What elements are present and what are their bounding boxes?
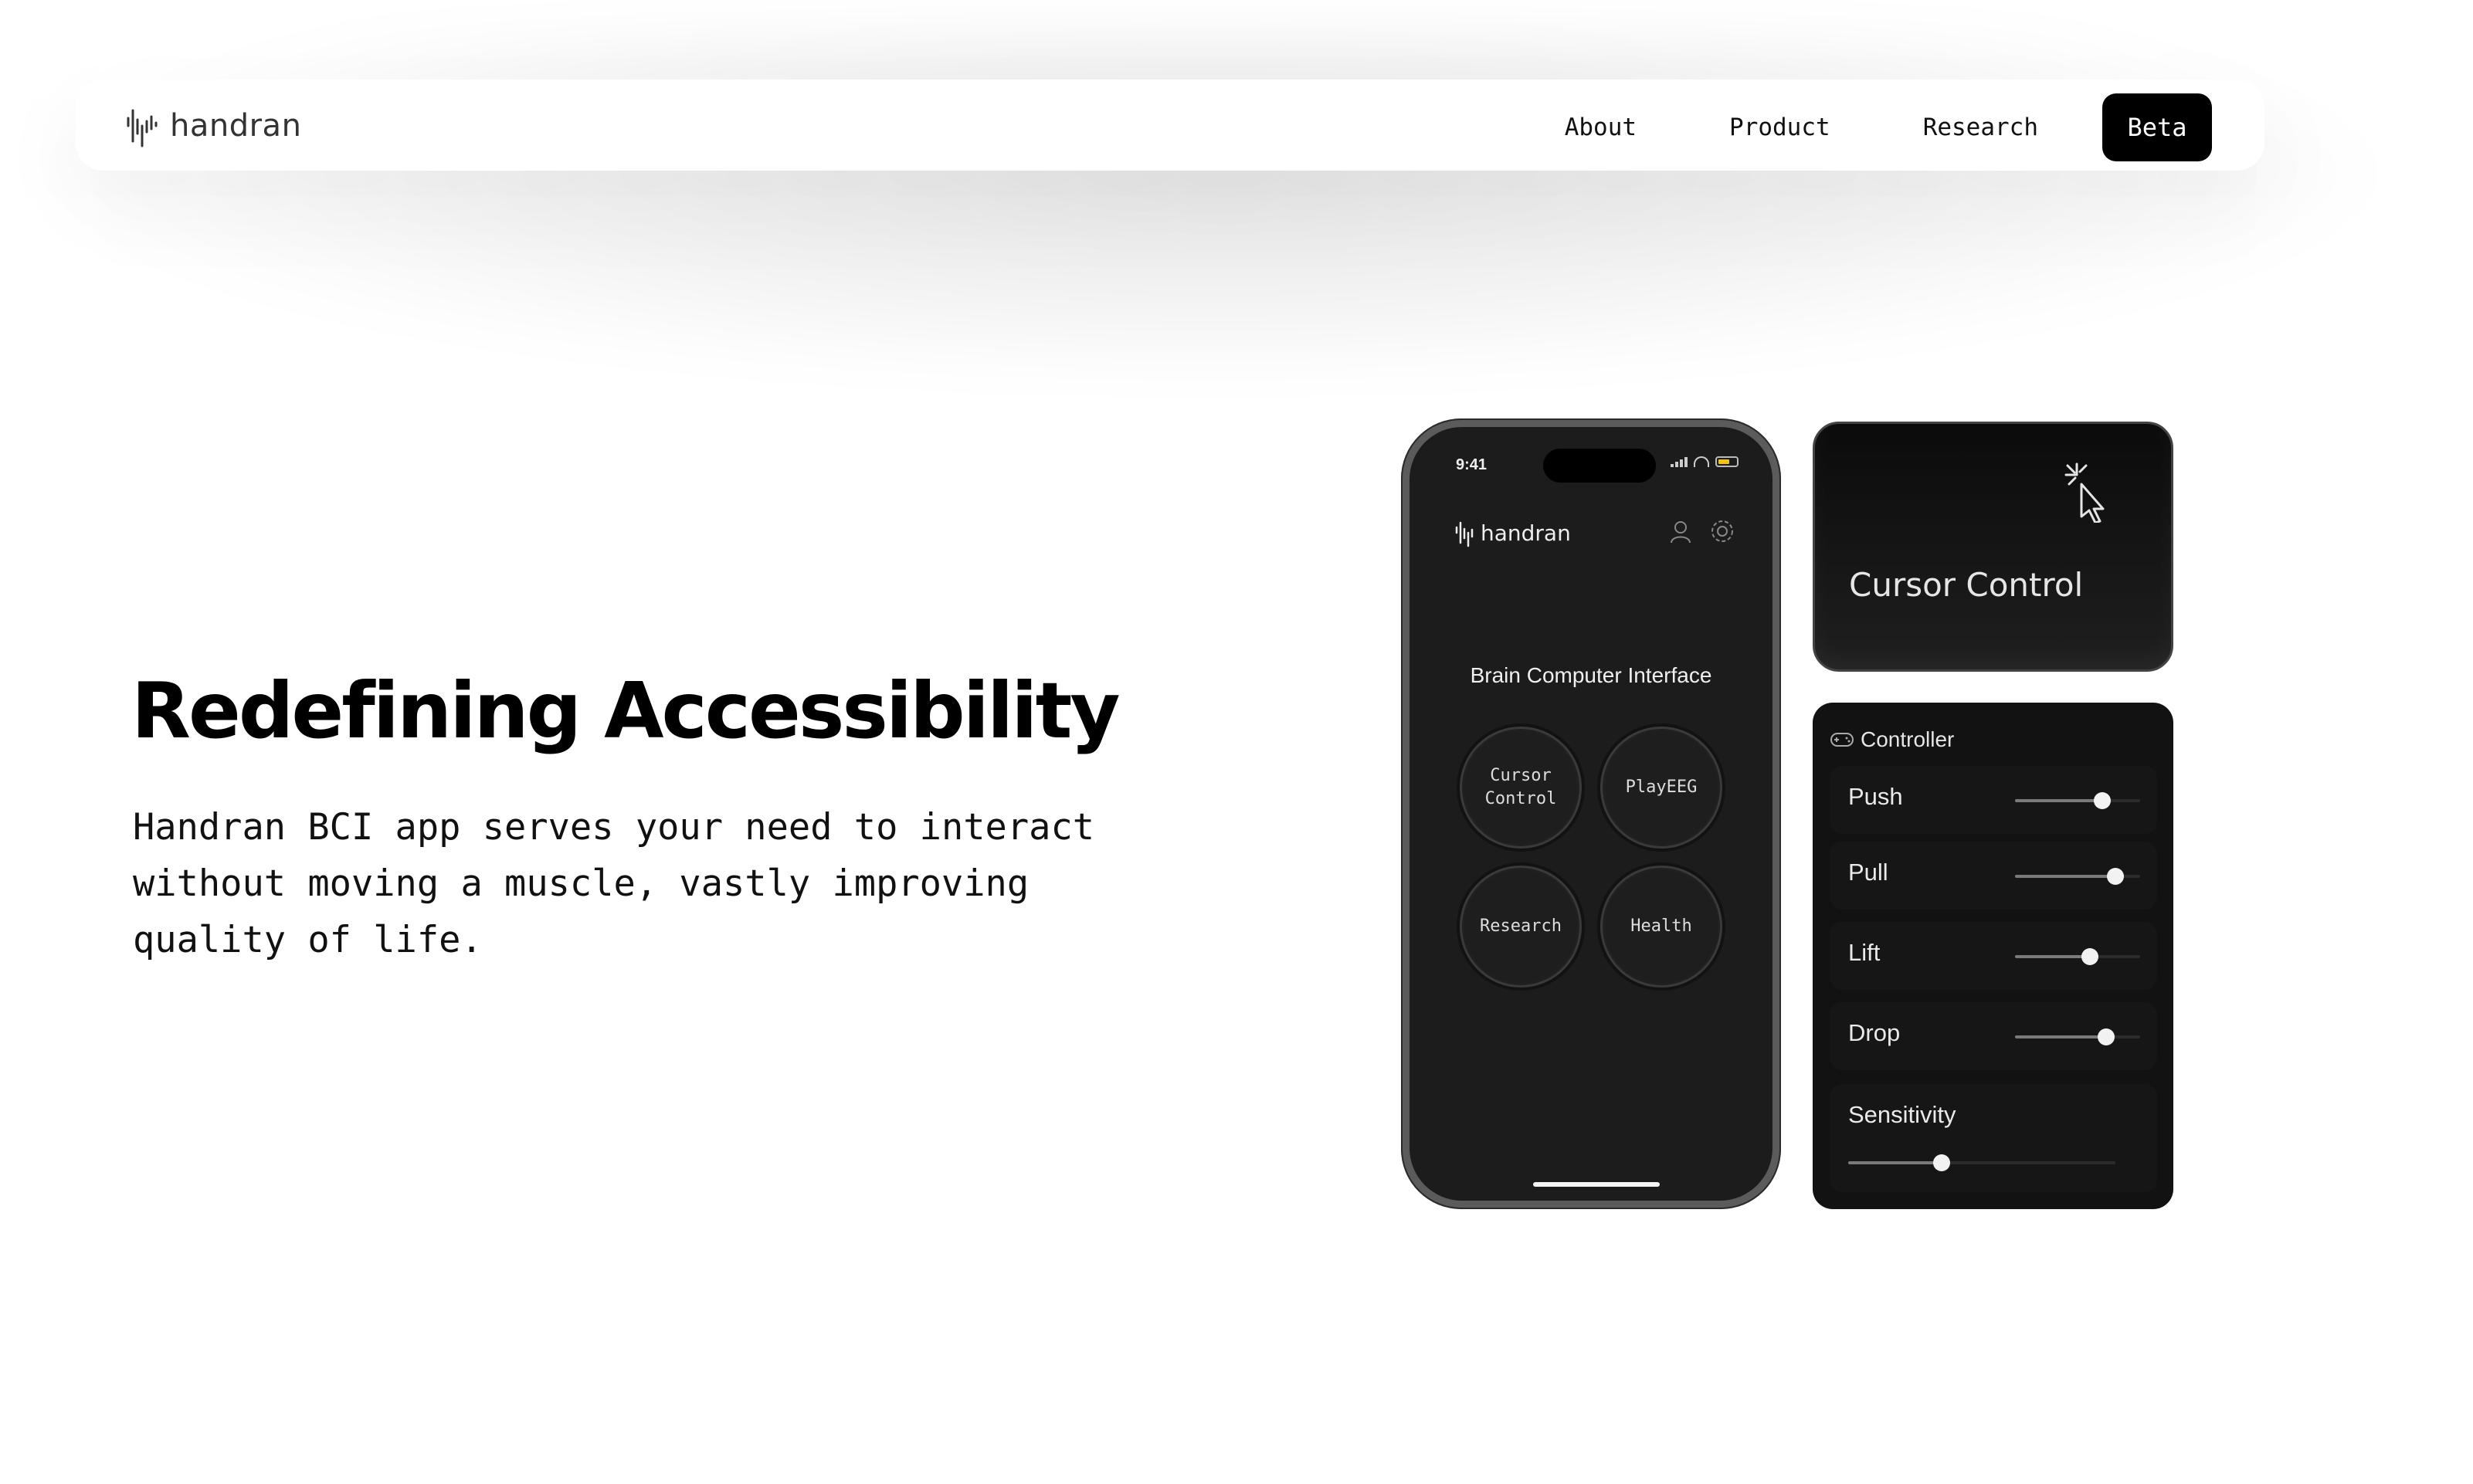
nav-link-about[interactable]: About [1518,114,1683,141]
app-top-icons [1667,518,1735,544]
user-icon[interactable] [1667,518,1694,544]
hero-description: Handran BCI app serves your need to inte… [133,806,1095,961]
slider-knob[interactable] [2081,948,2099,965]
lift-slider[interactable] [2015,948,2140,965]
slider-knob[interactable] [2098,1028,2115,1045]
nav-link-product[interactable]: Product [1683,114,1877,141]
gear-icon[interactable] [1709,518,1735,544]
push-slider[interactable] [2015,792,2140,809]
battery-icon [1715,456,1739,467]
home-indicator [1533,1182,1660,1187]
beta-button[interactable]: Beta [2102,93,2212,161]
slider-label: Push [1848,783,1903,810]
slider-row-lift: Lift [1830,922,2157,990]
waveform-logo-icon [127,109,158,147]
drop-slider[interactable] [2015,1028,2140,1045]
tile-research[interactable]: Research [1460,866,1582,988]
pull-slider[interactable] [2015,868,2140,885]
app-brand-name: handran [1481,520,1571,546]
slider-row-pull: Pull [1830,842,2157,910]
controller-title: Controller [1861,727,1955,751]
slider-row-push: Push [1830,766,2157,834]
cursor-click-icon [2064,462,2105,523]
wifi-icon [1694,456,1709,467]
tile-playeeg[interactable]: PlayEEG [1600,727,1722,849]
nav-link-research[interactable]: Research [1877,114,2085,141]
page: handran About Product Research Beta Rede… [0,0,2473,1484]
waveform-logo-icon [1455,521,1474,547]
cursor-control-title: Cursor Control [1849,566,2084,604]
tile-cursor-control[interactable]: Cursor Control [1460,727,1582,849]
brand-name: handran [170,108,302,144]
slider-label: Drop [1848,1019,1901,1046]
nav-links: About Product Research Beta [1518,93,2212,161]
phone-mockup: 9:41 handran Brain Computer Interface Cu… [1401,418,1781,1209]
gamepad-icon [1830,733,1854,747]
hero-title: Redefining Accessibility [131,666,1121,756]
controller-card: Controller Push Pull Lift Drop Sensitivi… [1813,703,2173,1209]
slider-row-drop: Drop [1830,1002,2157,1070]
controller-header: Controller [1830,727,1954,752]
top-nav: handran About Product Research Beta [76,80,2264,171]
app-heading: Brain Computer Interface [1470,663,1712,687]
dynamic-island [1543,449,1656,483]
sensitivity-label: Sensitivity [1848,1101,1956,1128]
sensitivity-row: Sensitivity [1830,1084,2157,1192]
slider-knob[interactable] [1933,1154,1951,1171]
slider-knob[interactable] [2094,792,2112,809]
status-time: 9:41 [1456,456,1488,473]
tile-health[interactable]: Health [1600,866,1722,988]
slider-label: Lift [1848,939,1881,966]
feature-tiles: Cursor Control PlayEEG Research Health [1460,727,1730,988]
slider-label: Pull [1848,859,1888,886]
signal-icon [1671,456,1688,467]
cursor-control-card[interactable]: Cursor Control [1813,422,2173,672]
status-icons [1671,456,1739,467]
sensitivity-slider[interactable] [1848,1154,2115,1171]
phone-screen: 9:41 handran Brain Computer Interface Cu… [1410,427,1772,1201]
brand-logo[interactable]: handran [125,103,301,149]
app-brand: handran [1454,518,1571,547]
slider-knob[interactable] [2106,868,2124,885]
